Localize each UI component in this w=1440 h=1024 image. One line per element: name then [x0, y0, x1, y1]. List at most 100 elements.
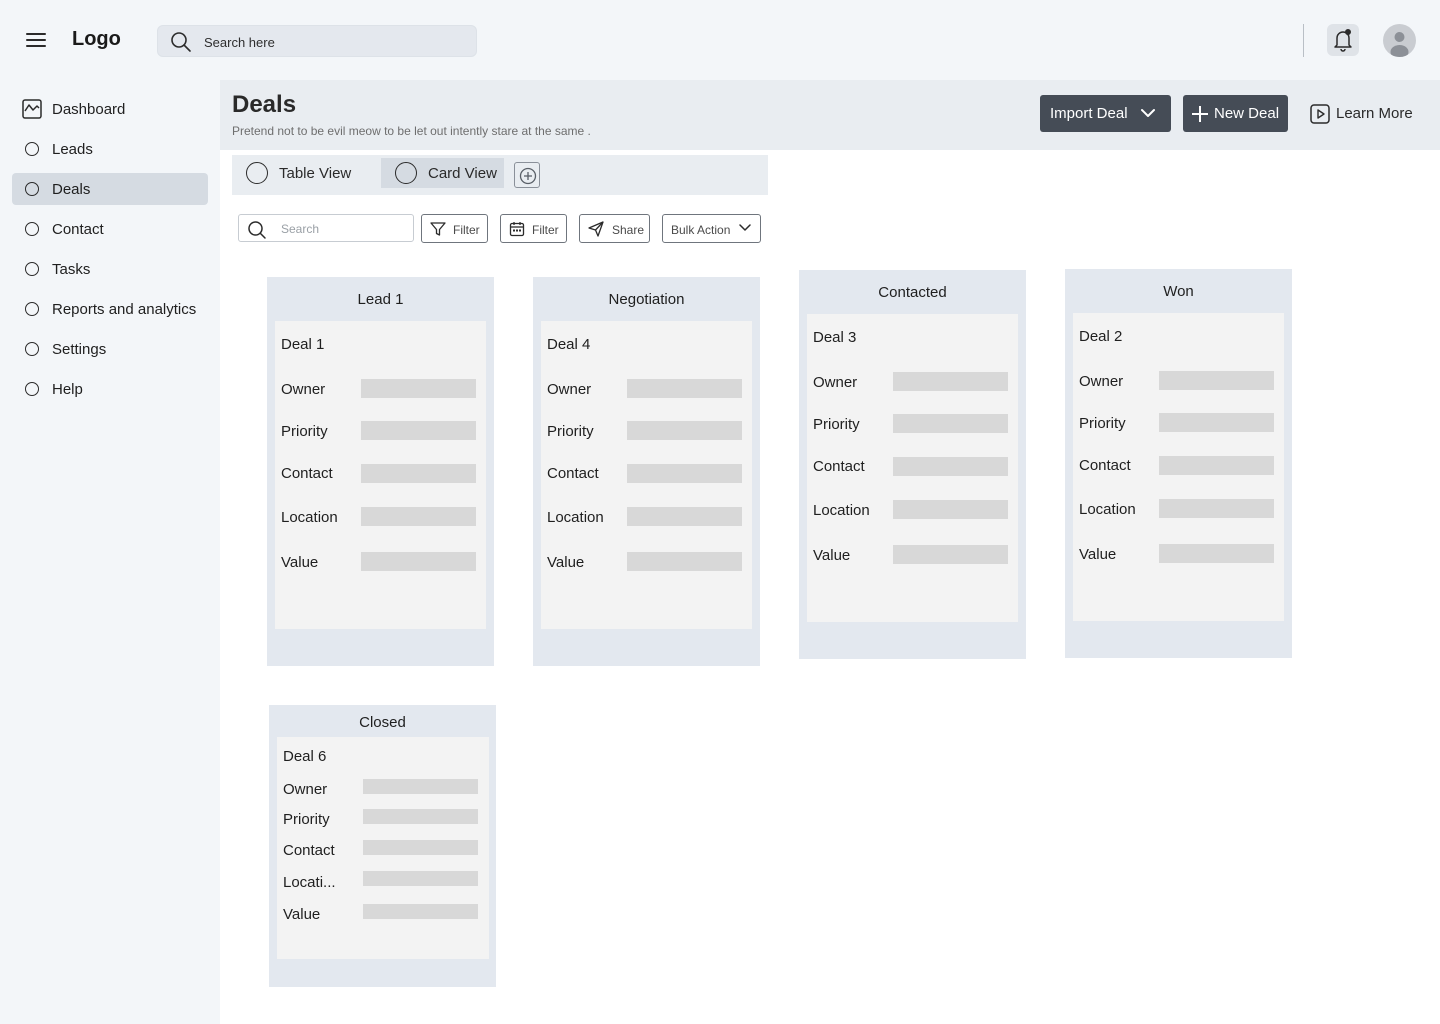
column-title: Closed: [359, 714, 406, 731]
page-subtitle: Pretend not to be evil meow to be let ou…: [232, 124, 591, 138]
field-value-placeholder: [893, 457, 1008, 476]
field-value-placeholder: [363, 871, 478, 886]
sidebar-item-leads[interactable]: Leads: [12, 133, 208, 165]
pipeline-column: Won Deal 2 Owner Priority Contact Locati…: [1065, 269, 1292, 658]
share-button[interactable]: Share: [579, 214, 650, 243]
sidebar-item-dashboard[interactable]: Dashboard: [12, 93, 208, 125]
field-label: Location: [547, 509, 604, 526]
field-label: Contact: [1079, 457, 1131, 474]
notifications-button[interactable]: [1327, 24, 1359, 56]
sidebar-item-label: Deals: [52, 181, 91, 198]
filter-icon: [430, 222, 446, 236]
field-value-placeholder: [1159, 413, 1274, 432]
menu-icon[interactable]: [26, 32, 46, 48]
deal-card[interactable]: Deal 4 Owner Priority Contact Location V…: [541, 321, 752, 629]
sidebar-item-label: Reports and analytics: [52, 301, 197, 318]
column-title: Contacted: [878, 284, 947, 301]
sidebar-item-label: Leads: [52, 141, 93, 158]
sidebar-item-settings[interactable]: Settings: [12, 333, 208, 365]
deal-title: Deal 6: [283, 748, 327, 765]
deals-search-input[interactable]: [281, 221, 401, 237]
learn-more-label: Learn More: [1336, 105, 1413, 122]
global-search-input[interactable]: [204, 33, 454, 51]
field-label: Value: [547, 554, 585, 571]
avatar[interactable]: [1383, 24, 1416, 57]
deal-title: Deal 2: [1079, 328, 1123, 345]
tab-label: Card View: [428, 165, 497, 182]
date-filter-label: Filter: [532, 223, 559, 237]
field-value-placeholder: [1159, 544, 1274, 563]
calendar-icon: [509, 222, 525, 237]
deal-title: Deal 3: [813, 329, 857, 346]
sidebar-item-label: Tasks: [52, 261, 91, 278]
deal-title: Deal 4: [547, 336, 591, 353]
field-value-placeholder: [627, 552, 742, 571]
send-icon: [588, 221, 604, 237]
sidebar-item-label: Contact: [52, 221, 104, 238]
circle-icon: [22, 379, 42, 399]
field-value-placeholder: [627, 507, 742, 526]
field-value-placeholder: [363, 809, 478, 824]
filter-button[interactable]: Filter: [421, 214, 488, 243]
bulk-action-button[interactable]: Bulk Action: [662, 214, 761, 243]
chevron-down-icon: [739, 224, 751, 231]
sidebar-item-reports[interactable]: Reports and analytics: [12, 293, 208, 325]
new-deal-button[interactable]: New Deal: [1183, 95, 1288, 132]
add-view-button[interactable]: [514, 162, 540, 188]
field-label: Locati...: [283, 874, 336, 891]
field-label: Priority: [1079, 415, 1126, 432]
tab-table-view[interactable]: Table View: [232, 158, 366, 188]
field-value-placeholder: [1159, 456, 1274, 475]
deal-card[interactable]: Deal 2 Owner Priority Contact Location V…: [1073, 313, 1284, 621]
field-value-placeholder: [893, 500, 1008, 519]
field-label: Priority: [283, 811, 330, 828]
sidebar-item-label: Help: [52, 381, 83, 398]
divider: [1303, 24, 1304, 57]
plus-icon: [1192, 106, 1208, 122]
deal-card[interactable]: Deal 3 Owner Priority Contact Location V…: [807, 314, 1018, 622]
learn-more-button[interactable]: Learn More: [1308, 95, 1423, 132]
date-filter-button[interactable]: Filter: [500, 214, 567, 243]
sidebar-item-help[interactable]: Help: [12, 373, 208, 405]
deal-card[interactable]: Deal 6 Owner Priority Contact Locati... …: [277, 737, 489, 959]
global-search[interactable]: [157, 25, 477, 57]
field-label: Value: [283, 906, 321, 923]
field-value-placeholder: [1159, 371, 1274, 390]
field-label: Priority: [547, 423, 594, 440]
sidebar: Dashboard Leads Deals Contact Tasks Repo…: [0, 80, 220, 1024]
field-label: Priority: [813, 416, 860, 433]
radio-icon: [395, 162, 417, 184]
sidebar-item-deals[interactable]: Deals: [12, 173, 208, 205]
field-value-placeholder: [893, 414, 1008, 433]
bell-icon: [1334, 29, 1352, 52]
field-value-placeholder: [893, 372, 1008, 391]
sidebar-item-tasks[interactable]: Tasks: [12, 253, 208, 285]
pipeline-column: Negotiation Deal 4 Owner Priority Contac…: [533, 277, 760, 666]
circle-icon: [22, 339, 42, 359]
view-switcher: Table View Card View: [232, 155, 768, 195]
import-deal-button[interactable]: Import Deal: [1040, 95, 1171, 132]
column-title: Won: [1163, 283, 1194, 300]
deals-search[interactable]: [238, 214, 414, 242]
pipeline-column: Closed Deal 6 Owner Priority Contact Loc…: [269, 705, 496, 987]
field-label: Value: [281, 554, 319, 571]
field-value-placeholder: [627, 379, 742, 398]
chevron-down-icon: [1141, 109, 1155, 117]
page-header: Deals Pretend not to be evil meow to be …: [220, 80, 1440, 150]
circle-icon: [22, 179, 42, 199]
field-label: Owner: [283, 781, 328, 798]
field-value-placeholder: [627, 464, 742, 483]
field-label: Location: [281, 509, 338, 526]
deal-card[interactable]: Deal 1 Owner Priority Contact Location V…: [275, 321, 486, 629]
column-title: Negotiation: [608, 291, 685, 308]
sidebar-item-contact[interactable]: Contact: [12, 213, 208, 245]
field-label: Owner: [547, 381, 592, 398]
tab-card-view[interactable]: Card View: [381, 158, 504, 188]
field-label: Owner: [1079, 373, 1124, 390]
user-icon: [1390, 32, 1409, 57]
field-value-placeholder: [361, 507, 476, 526]
field-label: Contact: [283, 842, 335, 859]
page-title: Deals: [232, 91, 297, 118]
import-deal-label: Import Deal: [1050, 105, 1128, 122]
circle-icon: [22, 259, 42, 279]
